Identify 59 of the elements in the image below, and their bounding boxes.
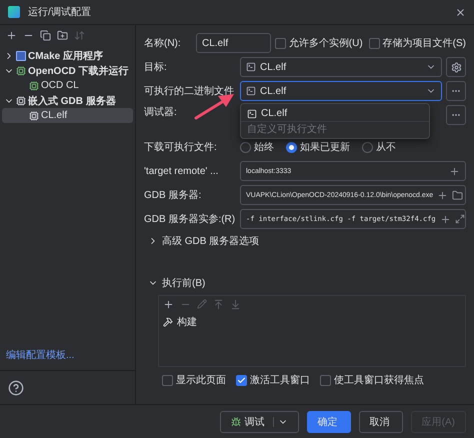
dropdown-hint: 自定义可执行文件: [241, 121, 429, 136]
cmake-icon: [16, 50, 26, 60]
dropdown-option[interactable]: CL.elf: [241, 106, 429, 121]
app-logo-icon: [8, 6, 20, 18]
field-label: 调试器:: [144, 106, 177, 119]
add-icon[interactable]: [449, 166, 460, 176]
window-title: 运行/调试配置: [28, 6, 91, 19]
chip-icon: [16, 96, 26, 106]
chip-icon: [16, 66, 26, 76]
checkbox[interactable]: 允许多个实例(U): [274, 36, 363, 50]
annotation-arrow: [194, 94, 234, 120]
tree-item[interactable]: CMake 应用程序: [2, 48, 133, 63]
settings-button[interactable]: [446, 57, 466, 77]
new-folder-icon[interactable]: [57, 30, 68, 41]
tree-item[interactable]: OpenOCD 下载并运行: [2, 63, 133, 78]
tree-item[interactable]: OCD CL: [2, 78, 133, 93]
executable-dropdown[interactable]: CL.elf: [240, 81, 442, 101]
advanced-section[interactable]: 高级 GDB 服务器选项: [144, 233, 466, 249]
field-label: 目标:: [144, 60, 167, 74]
field-label: 名称(N):: [144, 37, 181, 50]
expand-icon[interactable]: [454, 214, 465, 224]
chip-icon: [29, 110, 39, 120]
add-icon[interactable]: [163, 299, 174, 310]
close-icon[interactable]: [455, 6, 466, 18]
tree-item[interactable]: CL.elf: [2, 108, 133, 123]
terminal-icon: [247, 108, 257, 118]
name-field[interactable]: CL.elf: [196, 33, 271, 53]
task-item[interactable]: 构建: [159, 313, 465, 331]
checkbox[interactable]: 存储为项目文件(S): [368, 36, 466, 50]
help-icon[interactable]: [8, 380, 24, 396]
debug-split-button[interactable]: 调试: [220, 410, 299, 432]
edit-templates-link[interactable]: 编辑配置模板...: [0, 348, 135, 370]
add-icon[interactable]: [437, 190, 448, 200]
chip-icon: [29, 80, 39, 90]
field-label: GDB 服务器实参:(R): [144, 212, 236, 226]
dialog-button[interactable]: 取消: [358, 410, 403, 432]
radio-option[interactable]: 如果已更新: [286, 140, 350, 154]
terminal-icon: [246, 86, 256, 96]
checkbox[interactable]: 显示此页面: [162, 373, 226, 387]
add-icon[interactable]: [6, 30, 17, 41]
terminal-icon: [246, 62, 256, 72]
gear-icon: [450, 62, 462, 72]
target-dropdown[interactable]: CL.elf: [240, 57, 442, 77]
tree-item[interactable]: 嵌入式 GDB 服务器: [2, 93, 133, 108]
before-launch-section[interactable]: 执行前(B): [144, 275, 466, 291]
field-label: 下载可执行文件:: [144, 140, 217, 154]
bug-icon: [230, 416, 241, 426]
copy-icon[interactable]: [40, 30, 51, 41]
field-label: 可执行的二进制文件: [144, 84, 234, 98]
folder-icon[interactable]: [452, 190, 464, 200]
radio-option[interactable]: 从不: [362, 140, 396, 154]
field-label: 'target remote' ...: [144, 166, 218, 176]
add-icon[interactable]: [440, 214, 451, 224]
checkmark-icon: [237, 376, 246, 384]
radio-option[interactable]: 始终: [240, 140, 274, 154]
checkbox[interactable]: 使工具窗口获得焦点: [320, 373, 424, 387]
field-label: GDB 服务器:: [144, 189, 202, 202]
checkbox[interactable]: 激活工具窗口: [236, 373, 310, 387]
hammer-icon: [163, 317, 173, 327]
